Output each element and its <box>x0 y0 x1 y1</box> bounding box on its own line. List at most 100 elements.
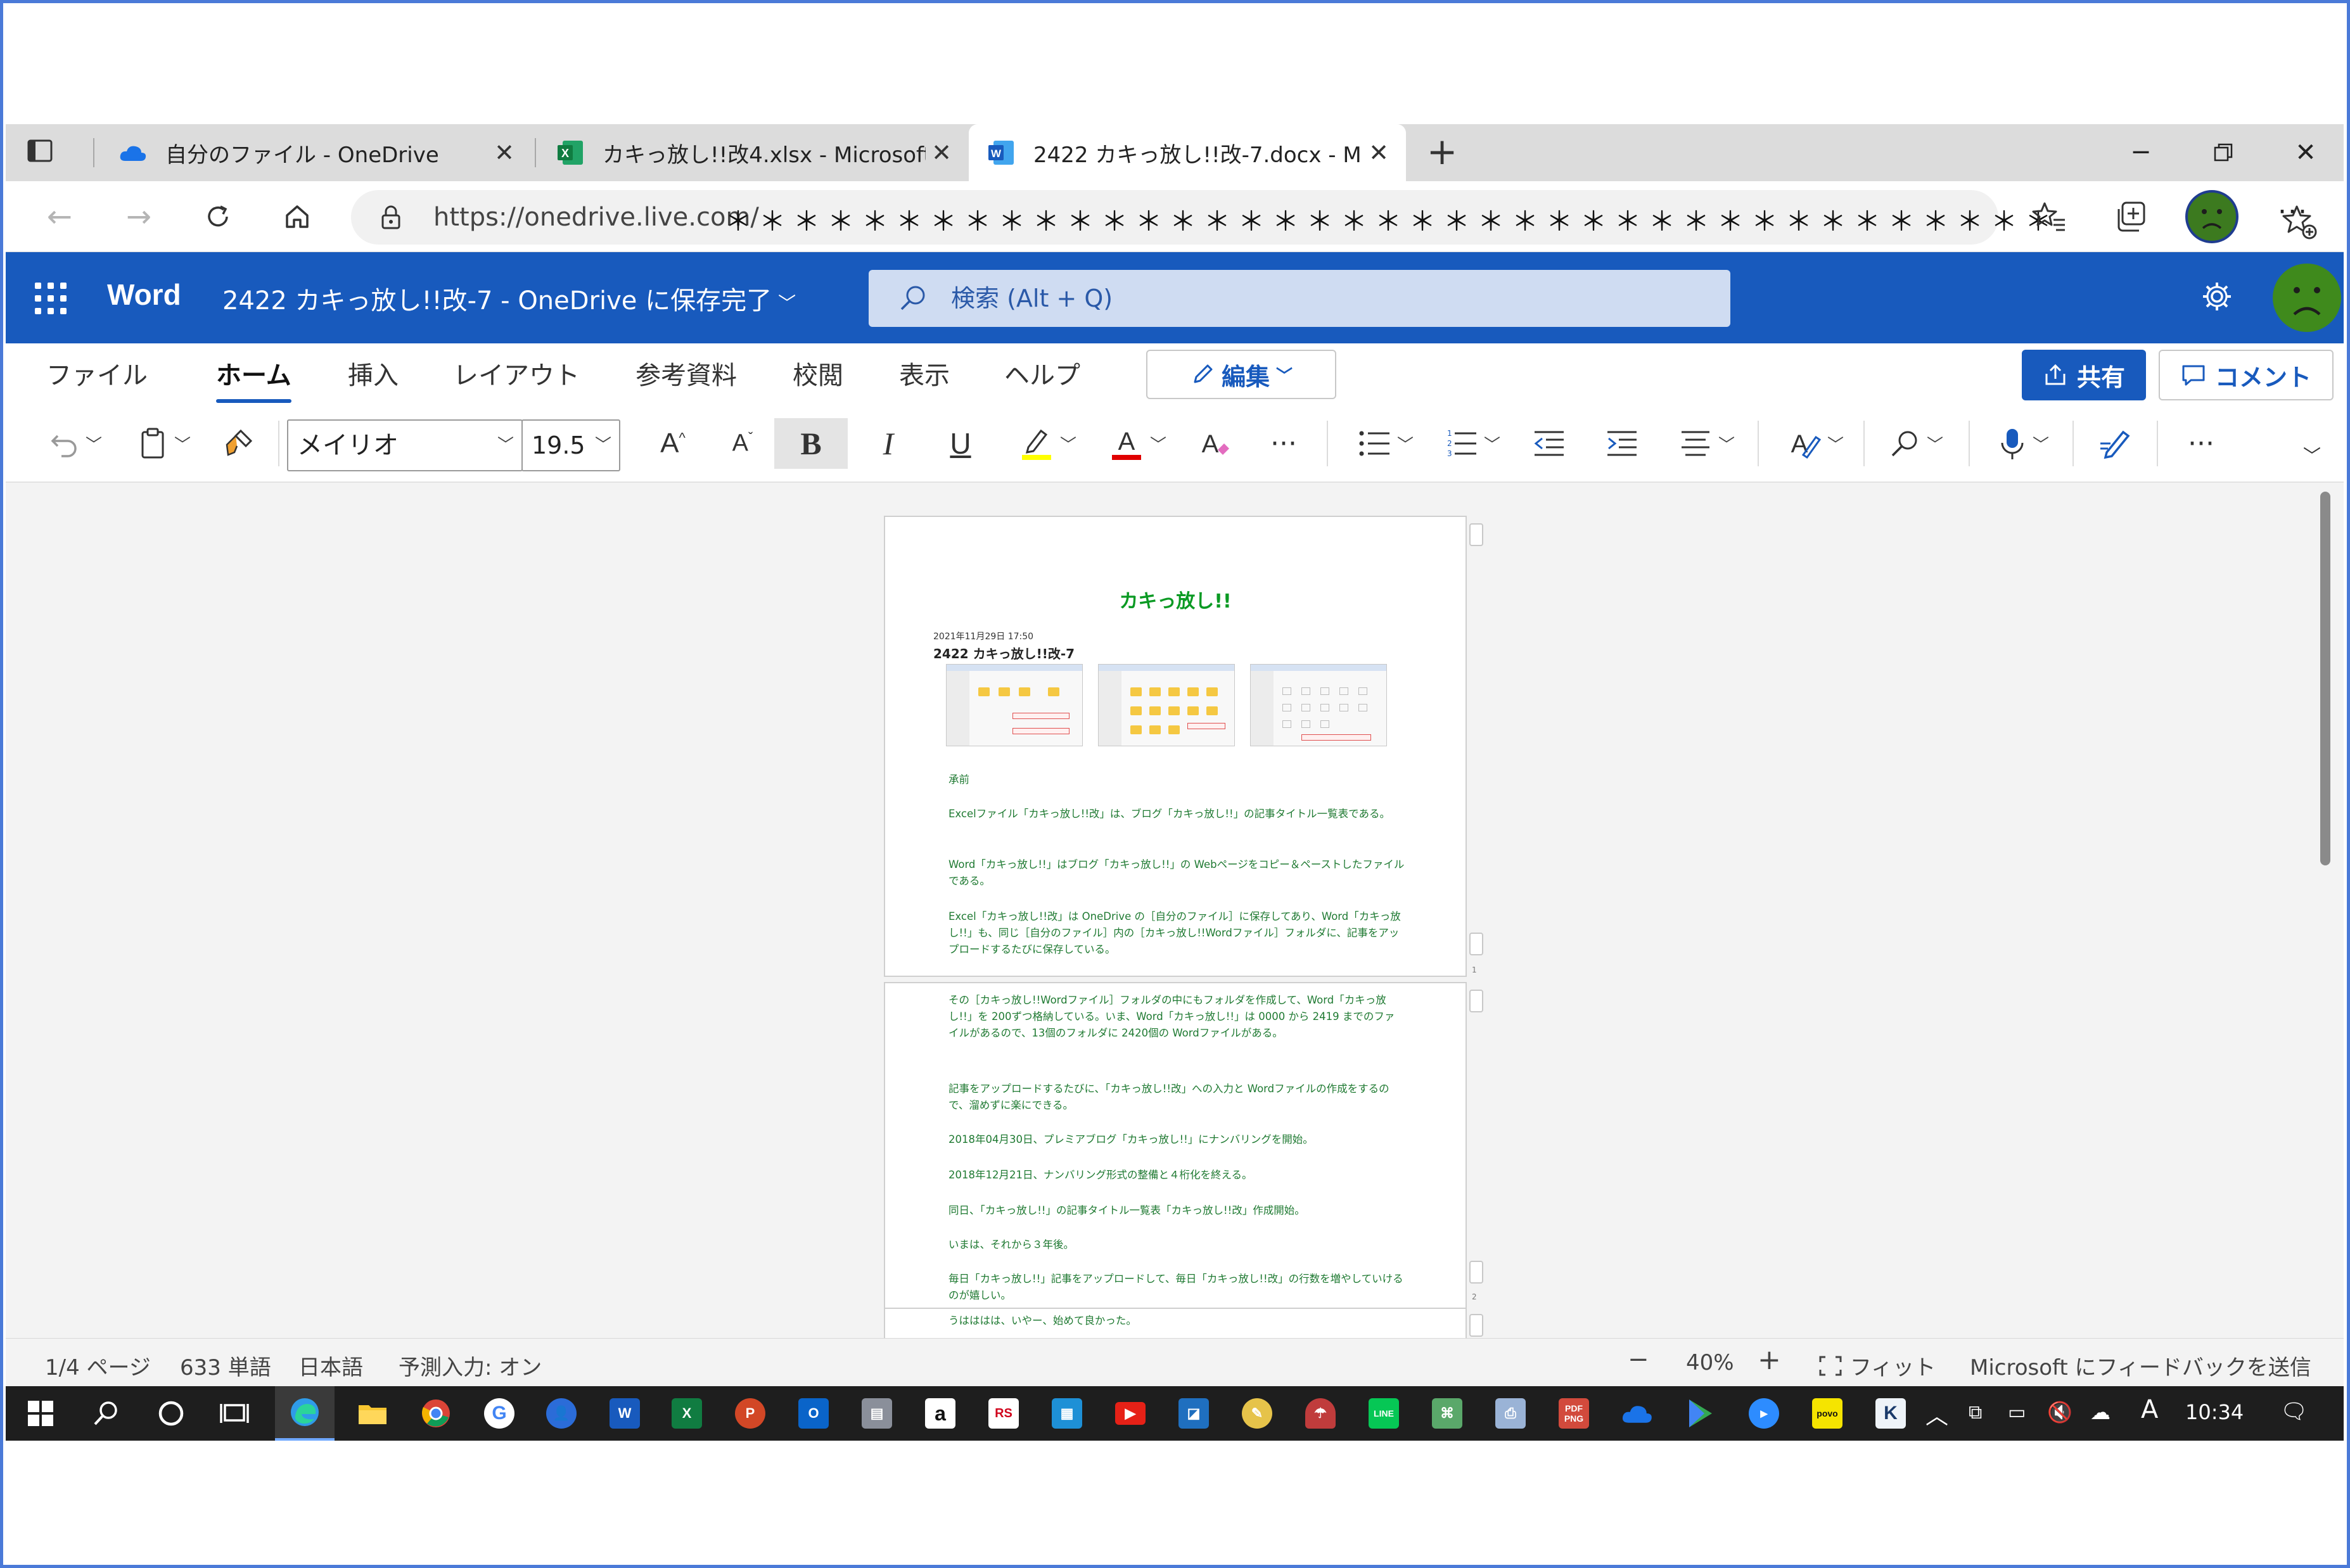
feedback-link[interactable]: Microsoft にフィードバックを送信 <box>1970 1350 2311 1381</box>
document-date[interactable]: 2021年11月29日 17:50 <box>933 630 1033 642</box>
bold-button[interactable]: B <box>774 418 848 469</box>
collections-button[interactable] <box>2108 196 2152 237</box>
document-paragraph[interactable]: 毎日「カキっ放し!!」記事をアップロードして、毎日「カキっ放し!!改」の行数を増… <box>948 1271 1405 1304</box>
close-tab-icon[interactable]: ✕ <box>1363 139 1395 167</box>
document-paragraph[interactable]: Excel「カキっ放し!!改」は OneDrive の［自分のファイル］に保存し… <box>948 908 1405 958</box>
more-options-button[interactable]: ··· <box>2173 418 2230 469</box>
document-paragraph[interactable]: その［カキっ放し!!Wordファイル］フォルダの中にもフォルダを作成して、Wor… <box>948 992 1405 1042</box>
styles-button[interactable]: A ﹀ <box>1777 418 1853 469</box>
taskbar-paint[interactable]: ✎ <box>1237 1394 1277 1433</box>
highlight-color-button[interactable]: ﹀ <box>1007 418 1089 469</box>
document-page[interactable]: カキっ放し!! 2021年11月29日 17:50 2422 カキっ放し!!改-… <box>884 516 1467 977</box>
taskbar-onedrive[interactable] <box>1618 1394 1657 1433</box>
find-button[interactable]: ﹀ <box>1878 418 1954 469</box>
start-button[interactable] <box>21 1394 60 1433</box>
document-paragraph[interactable]: Excelファイル「カキっ放し!!改」は、ブログ「カキっ放し!!」の記事タイトル… <box>948 806 1405 822</box>
taskbar-umbrella-app[interactable]: ☂ <box>1301 1394 1340 1433</box>
new-tab-button[interactable]: + <box>1420 132 1464 174</box>
taskbar-youtube[interactable]: ▶ <box>1111 1394 1150 1433</box>
tab-excel[interactable]: X カキっ放し!!改4.xlsx - Microsoft Excel ✕ <box>538 124 969 181</box>
decrease-indent-button[interactable] <box>1523 418 1574 469</box>
tab-actions-menu-button[interactable] <box>25 136 82 170</box>
bullets-button[interactable]: ﹀ <box>1348 418 1424 469</box>
vertical-scrollbar-thumb[interactable] <box>2320 492 2330 865</box>
taskbar-scanner[interactable]: ⎙ <box>1491 1394 1530 1433</box>
zoom-in-button[interactable]: + <box>1758 1344 1781 1376</box>
restore-window-button[interactable] <box>2198 133 2249 172</box>
taskbar-amazon[interactable]: a <box>921 1394 960 1433</box>
taskbar-povo[interactable]: povo <box>1808 1394 1847 1433</box>
taskbar-app-stack[interactable]: ▤ <box>857 1394 897 1433</box>
word-count[interactable]: 633 単語 <box>180 1350 271 1381</box>
battery-icon[interactable]: ▭ <box>2008 1401 2026 1424</box>
clear-formatting-button[interactable]: A <box>1185 418 1242 469</box>
back-button[interactable]: ← <box>37 196 82 237</box>
settings-gear-icon[interactable] <box>2199 279 2235 314</box>
document-paragraph[interactable]: 2018年04月30日、プレミアブログ「カキっ放し!!」にナンバリングを開始。 <box>948 1131 1405 1148</box>
taskbar-photos[interactable]: ◪ <box>1174 1394 1213 1433</box>
fit-button[interactable]: フィット <box>1818 1350 1936 1381</box>
dictate-button[interactable]: ﹀ <box>1986 418 2062 469</box>
taskbar-word[interactable]: W <box>605 1394 644 1433</box>
taskbar-zoom[interactable]: ▸ <box>1744 1394 1784 1433</box>
cortana-button[interactable] <box>151 1394 191 1433</box>
task-view-button[interactable] <box>215 1394 254 1433</box>
taskbar-search-button[interactable] <box>87 1394 126 1433</box>
format-painter-button[interactable] <box>210 418 267 469</box>
taskbar-google[interactable]: G <box>480 1394 519 1433</box>
zoom-out-button[interactable]: − <box>1628 1345 1649 1374</box>
tab-references[interactable]: 参考資料 <box>635 355 737 392</box>
undo-button[interactable]: ﹀ <box>37 418 113 469</box>
embedded-image[interactable] <box>946 664 1083 746</box>
document-paragraph[interactable]: Word「カキっ放し!!」はブログ「カキっ放し!!」の Webページをコピー＆ペ… <box>948 857 1405 889</box>
home-button[interactable] <box>275 196 319 237</box>
document-paragraph[interactable]: 同日、「カキっ放し!!」の記事タイトル一覧表「カキっ放し!!改」作成開始。 <box>948 1202 1405 1219</box>
close-window-button[interactable]: ✕ <box>2280 133 2331 172</box>
increase-indent-button[interactable] <box>1596 418 1647 469</box>
taskbar-powerpoint[interactable]: P <box>731 1394 770 1433</box>
close-tab-icon[interactable]: ✕ <box>926 139 957 167</box>
comments-button[interactable]: コメント <box>2159 350 2334 400</box>
taskbar-people[interactable]: 👤 <box>542 1394 581 1433</box>
paragraph-alignment-button[interactable]: ﹀ <box>1669 418 1745 469</box>
page-count[interactable]: 1/4 ページ <box>45 1350 151 1381</box>
document-paragraph[interactable]: うはははは、いやー、始めて良かった。 <box>948 1313 1405 1329</box>
tab-insert[interactable]: 挿入 <box>348 355 399 392</box>
taskbar-excel[interactable]: X <box>667 1394 706 1433</box>
tab-file[interactable]: ファイル <box>46 355 148 392</box>
embedded-image[interactable] <box>1250 664 1387 746</box>
taskbar-map-app[interactable]: ⌘ <box>1427 1394 1467 1433</box>
font-size-combobox[interactable]: 19.5 ﹀ <box>521 419 620 471</box>
volume-muted-icon[interactable]: 🔇 <box>2047 1400 2072 1424</box>
numbering-button[interactable]: 123 ﹀ <box>1434 418 1510 469</box>
minimize-window-button[interactable]: ─ <box>2116 133 2166 172</box>
word-profile-avatar[interactable] <box>2273 264 2341 332</box>
zoom-level[interactable]: 40% <box>1686 1350 1734 1375</box>
taskbar-chrome[interactable] <box>416 1394 456 1433</box>
taskbar-k-app[interactable]: K <box>1871 1394 1910 1433</box>
language-indicator[interactable]: 日本語 <box>298 1350 363 1381</box>
forward-button[interactable]: → <box>117 196 161 237</box>
favorites-button[interactable] <box>2027 196 2071 237</box>
tab-help[interactable]: ヘルプ <box>1004 355 1080 392</box>
taskbar-file-explorer[interactable] <box>353 1394 392 1433</box>
document-paragraph[interactable]: 2018年12月21日、ナンバリング形式の整備と４桁化を終える。 <box>948 1167 1405 1183</box>
editing-mode-button[interactable]: 編集 ﹀ <box>1146 350 1336 399</box>
editor-button[interactable] <box>2087 418 2144 469</box>
search-input[interactable]: 検索 (Alt + Q) <box>869 270 1730 327</box>
tray-meet-now-icon[interactable]: ⧉ <box>1969 1401 1982 1424</box>
tab-home[interactable]: ホーム <box>216 355 291 403</box>
embedded-image[interactable] <box>1098 664 1235 746</box>
tab-review[interactable]: 校閲 <box>793 355 843 392</box>
taskbar-outlook[interactable]: O <box>794 1394 833 1433</box>
app-name[interactable]: Word <box>107 277 181 312</box>
font-name-combobox[interactable]: メイリオ ﹀ <box>287 419 523 471</box>
italic-button[interactable]: I <box>860 418 917 469</box>
ime-indicator[interactable]: A <box>2141 1395 2158 1424</box>
more-font-options-button[interactable]: ··· <box>1255 418 1312 469</box>
grow-font-button[interactable]: A^ <box>644 418 701 469</box>
address-bar[interactable]: https://onedrive.live.com/ ＊＊＊＊＊＊＊＊＊＊＊＊＊… <box>351 190 2317 245</box>
underline-button[interactable]: U <box>932 418 989 469</box>
document-page[interactable]: その［カキっ放し!!Wordファイル］フォルダの中にもフォルダを作成して、Wor… <box>884 982 1467 1311</box>
document-name-menu[interactable]: 2422 カキっ放し!!改-7 - OneDrive に保存完了 ﹀ <box>222 280 796 317</box>
